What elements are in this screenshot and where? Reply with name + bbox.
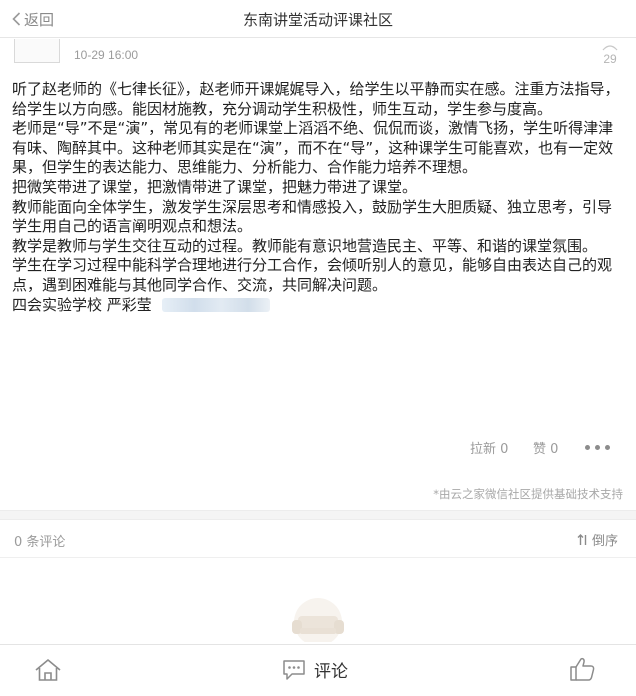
powered-by-note: *由云之家微信社区提供基础技术支持	[433, 487, 623, 501]
sort-button[interactable]: 倒序	[577, 530, 618, 549]
home-button[interactable]	[34, 658, 62, 686]
comment-header: 0 条评论 倒序	[0, 520, 636, 558]
comment-button-label: 评论	[314, 662, 348, 682]
section-divider	[0, 510, 636, 520]
oppose-label: 拉新	[470, 442, 497, 457]
oppose-button[interactable]: 拉新 0	[470, 438, 508, 457]
thumbs-up-button[interactable]	[568, 656, 596, 686]
comment-icon	[283, 659, 305, 680]
home-icon	[35, 659, 61, 681]
floor-number: 29	[603, 52, 617, 66]
post-paragraph: 老师是“导”不是“演”，常见有的老师课堂上滔滔不绝、侃侃而谈，激情飞扬，学生听得…	[12, 119, 614, 177]
comment-count: 0 条评论	[14, 535, 66, 550]
post-paragraph: 把微笑带进了课堂，把激情带进了课堂，把魅力带进了课堂。	[12, 177, 418, 196]
floor-indicator: 29	[596, 42, 624, 66]
sort-icon	[577, 533, 587, 545]
floor-icon	[602, 45, 618, 51]
post-actions: 拉新 0 赞 0	[0, 438, 636, 458]
more-icon[interactable]	[585, 440, 610, 450]
post-paragraph: 教师能面向全体学生，激发学生深层思考和情感投入，鼓励学生大胆质疑、独立思考，引导…	[12, 197, 613, 236]
post-content: 听了赵老师的《七律长征》，赵老师开课娓娓导入，给学生以平静而实在感。注重方法指导…	[12, 80, 626, 315]
like-label: 赞	[533, 442, 547, 457]
like-count: 0	[550, 442, 559, 457]
comment-button[interactable]: 评论	[282, 657, 348, 682]
post-paragraph: 学生在学习过程中能科学合理地进行分工合作，会倾听别人的意见，能够自由表达自己的观…	[12, 256, 613, 294]
sort-label: 倒序	[591, 534, 618, 549]
post-paragraph: 听了赵老师的《七律长征》，赵老师开课娓娓导入，给学生以平静而实在感。注重方法指导…	[12, 80, 620, 118]
empty-sofa-icon	[292, 598, 344, 642]
redacted-text	[161, 298, 270, 313]
avatar[interactable]	[14, 39, 60, 63]
like-button[interactable]: 赞 0	[533, 438, 558, 457]
post-paragraph: 教学是教师与学生交往互动的过程。教师能有意识地营造民主、平等、和谐的课堂氛围。	[12, 236, 598, 255]
post-time: 10-29 16:00	[74, 48, 139, 62]
page-title: 东南讲堂活动评课社区	[242, 11, 393, 29]
thumbs-up-icon	[570, 657, 595, 681]
post-signature-line: 四会实验学校 严彩莹	[12, 296, 626, 316]
oppose-count: 0	[500, 442, 509, 457]
top-navigation-bar: 返回 东南讲堂活动评课社区	[0, 0, 636, 38]
bottom-bar: 评论	[0, 644, 636, 696]
post-signature: 四会实验学校 严彩莹	[12, 295, 152, 314]
